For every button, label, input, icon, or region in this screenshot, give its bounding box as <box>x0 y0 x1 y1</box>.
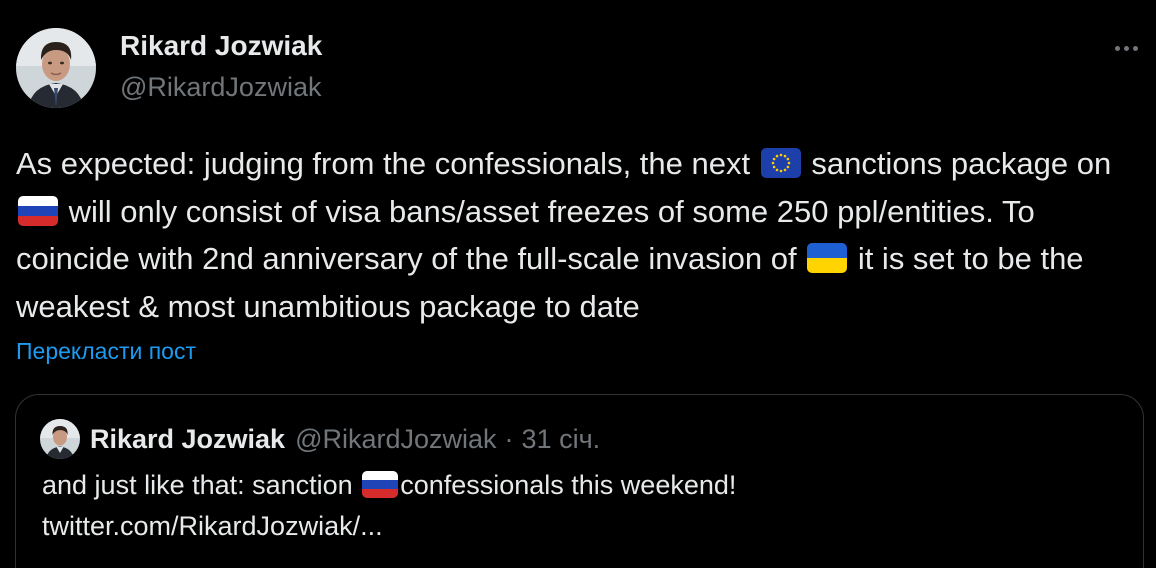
more-options-icon[interactable] <box>1110 34 1142 62</box>
quote-text-part: and just like that: sanction <box>42 470 361 500</box>
quote-header: Rikard Jozwiak @RikardJozwiak · 31 січ. <box>40 419 600 459</box>
quote-author-name: Rikard Jozwiak <box>90 423 286 454</box>
quote-text-part: confessionals this weekend! <box>400 470 737 500</box>
quote-separator: · <box>504 423 514 454</box>
quote-avatar <box>40 419 80 459</box>
author-name[interactable]: Rikard Jozwiak <box>120 30 322 62</box>
tweet-text: As expected: judging from the confession… <box>16 140 1126 330</box>
quote-date: 31 січ. <box>521 423 601 454</box>
author-handle[interactable]: @RikardJozwiak <box>120 72 321 103</box>
russia-flag-icon <box>18 195 58 226</box>
tweet-text-part: As expected: judging from the confession… <box>16 146 759 181</box>
russia-flag-icon <box>362 471 399 498</box>
quote-text: and just like that: sanction confessiona… <box>42 465 1102 547</box>
more-dot <box>1114 45 1120 51</box>
quote-author-handle: @RikardJozwiak <box>295 423 497 454</box>
quoted-tweet-card[interactable]: Rikard Jozwiak @RikardJozwiak · 31 січ. … <box>15 394 1144 568</box>
translate-post-link[interactable]: Перекласти пост <box>16 338 196 365</box>
ukraine-flag-icon <box>807 243 848 273</box>
more-dot <box>1132 45 1138 51</box>
more-dot <box>1123 45 1129 51</box>
author-avatar[interactable] <box>16 28 96 108</box>
tweet: Rikard Jozwiak @RikardJozwiak As expecte… <box>0 0 1156 568</box>
quote-link[interactable]: twitter.com/RikardJozwiak/... <box>42 506 1102 547</box>
tweet-text-part: sanctions package on <box>802 146 1112 181</box>
eu-flag-icon <box>760 148 801 178</box>
